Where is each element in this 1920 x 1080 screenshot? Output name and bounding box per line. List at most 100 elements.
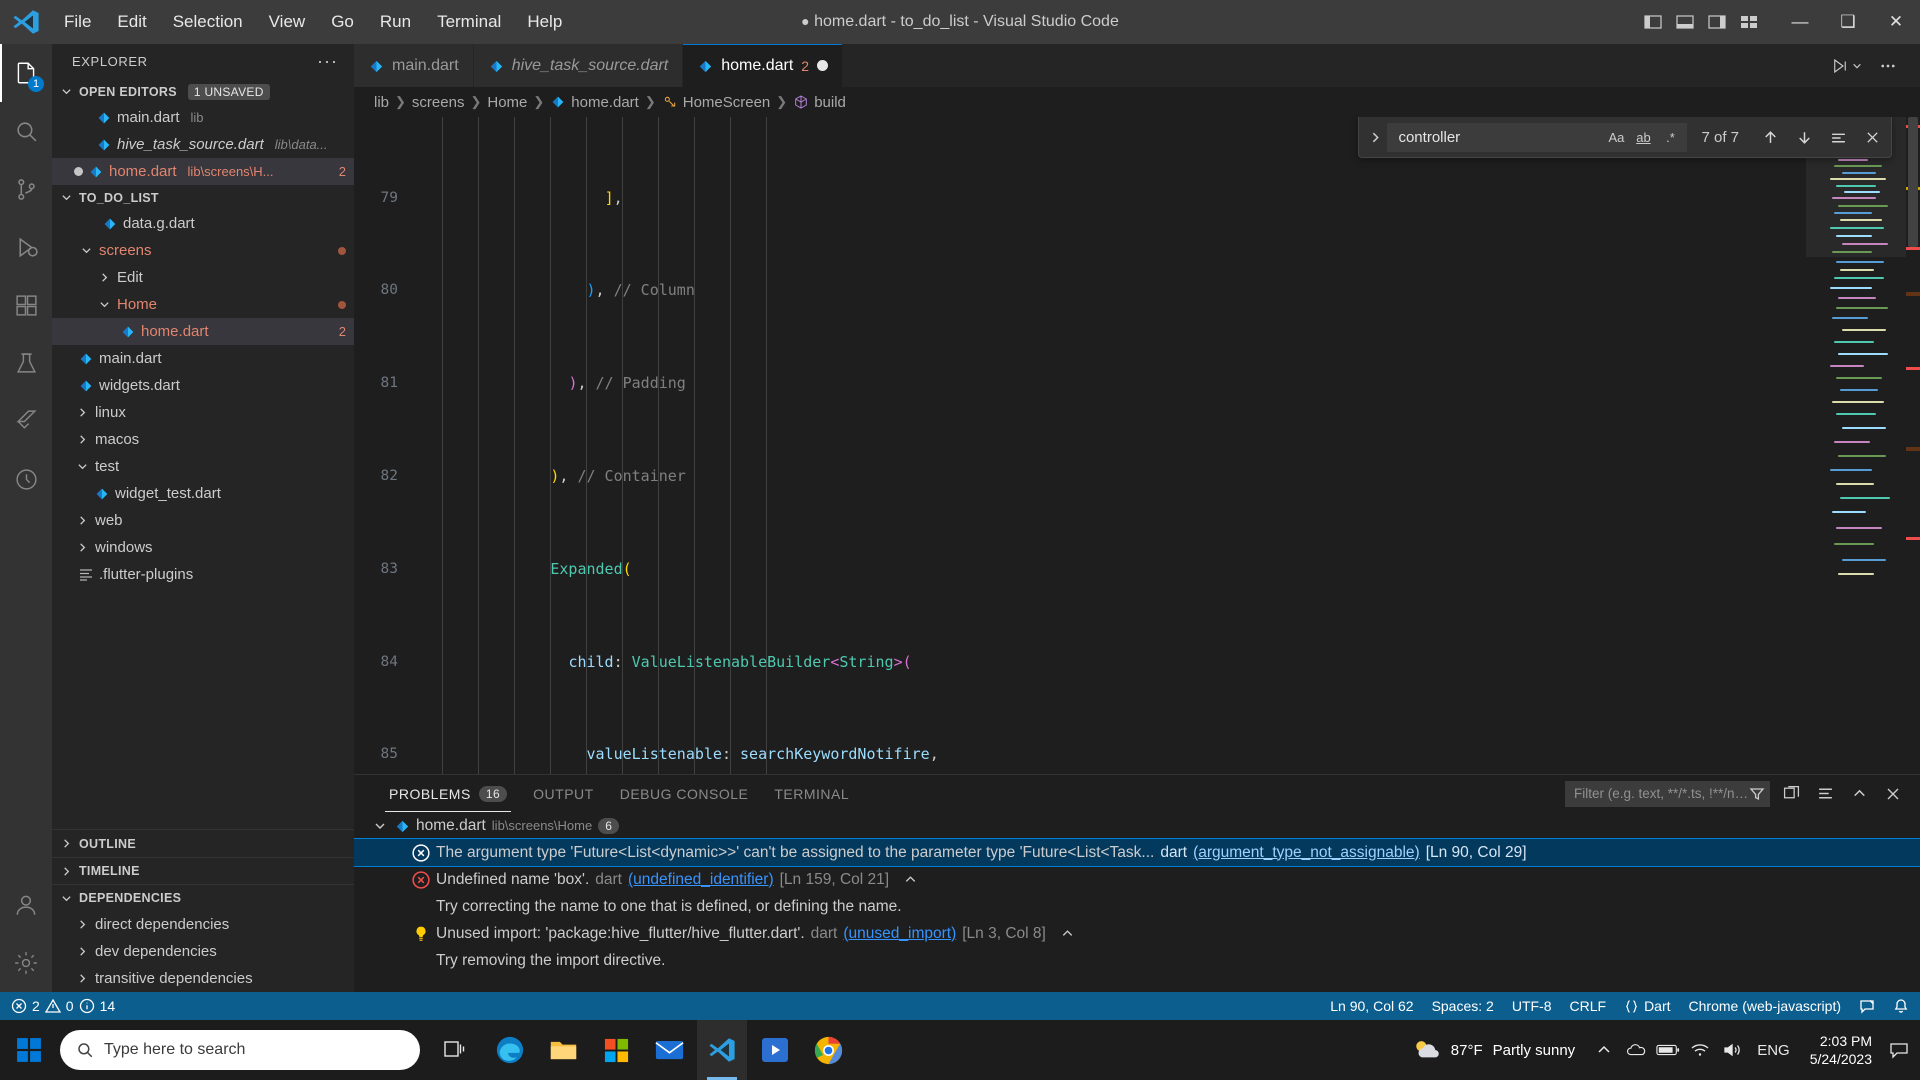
breadcrumb-homescreen[interactable]: HomeScreen [662, 94, 770, 111]
activity-search[interactable] [0, 102, 52, 160]
wifi-icon[interactable] [1685, 1020, 1715, 1080]
activity-testing[interactable] [0, 334, 52, 392]
menu-help[interactable]: Help [515, 8, 574, 36]
status-language-mode[interactable]: Dart [1615, 992, 1679, 1020]
taskview-icon[interactable] [432, 1020, 482, 1080]
menu-run[interactable]: Run [368, 8, 423, 36]
status-cursor-position[interactable]: Ln 90, Col 62 [1321, 992, 1422, 1020]
battery-icon[interactable] [1653, 1020, 1683, 1080]
activity-extensions[interactable] [0, 276, 52, 334]
tree-item-widget-test-dart[interactable]: widget_test.dart [52, 480, 354, 507]
panel-tab-debug-console[interactable]: DEBUG CONSOLE [607, 775, 762, 812]
status-remote-icon[interactable]: 2 0 14 [2, 992, 124, 1020]
status-feedback-icon[interactable] [1850, 992, 1884, 1020]
tab-dirty-dot-icon[interactable] [817, 60, 829, 71]
find-input[interactable] [1398, 128, 1605, 146]
breadcrumb-lib[interactable]: lib [374, 94, 389, 111]
run-debug-icon[interactable] [1824, 53, 1868, 79]
minimize-button[interactable]: — [1776, 0, 1824, 44]
find-input-wrapper[interactable]: Aa ab .* [1387, 122, 1688, 152]
find-next-icon[interactable] [1791, 124, 1817, 150]
problem-row-argument-type[interactable]: The argument type 'Future<List<dynamic>>… [354, 838, 1920, 867]
tree-item-screens[interactable]: screens [52, 237, 354, 264]
tree-item-edit[interactable]: Edit [52, 264, 354, 291]
match-case-toggle[interactable]: Aa [1604, 126, 1628, 148]
chrome-icon[interactable] [803, 1020, 853, 1080]
media-player-icon[interactable] [750, 1020, 800, 1080]
toggle-panel-icon[interactable] [1672, 9, 1698, 35]
tree-item-test[interactable]: test [52, 453, 354, 480]
breadcrumb-build[interactable]: build [793, 94, 846, 111]
tab-home-dart[interactable]: home.dart 2 [683, 44, 844, 87]
panel-tab-output[interactable]: OUTPUT [520, 775, 607, 812]
dependency-dev[interactable]: dev dependencies [52, 938, 354, 965]
tree-item-flutter-plugins[interactable]: .flutter-plugins [52, 561, 354, 588]
open-editor-hive-task-source-dart[interactable]: hive_task_source.dart lib\data... [52, 131, 354, 158]
tab-main-dart[interactable]: main.dart [354, 44, 474, 87]
start-button[interactable] [0, 1020, 58, 1080]
volume-icon[interactable] [1717, 1020, 1747, 1080]
tree-item-home-dart[interactable]: home.dart 2 [52, 318, 354, 345]
problem-rule-link[interactable]: (undefined_identifier) [628, 871, 774, 889]
weather-widget[interactable]: 87°F Partly sunny [1399, 1037, 1587, 1063]
open-editor-main-dart[interactable]: main.dart lib [52, 104, 354, 131]
show-hidden-icons[interactable] [1589, 1020, 1619, 1080]
whole-word-toggle[interactable]: ab [1631, 126, 1655, 148]
section-dependencies[interactable]: DEPENDENCIES [52, 884, 354, 911]
open-editor-home-dart[interactable]: home.dart lib\screens\H... 2 [52, 158, 354, 185]
activity-accounts[interactable] [0, 876, 52, 934]
section-project[interactable]: TO_DO_LIST [52, 185, 354, 210]
problems-filter-wrapper[interactable]: Filter (e.g. text, **/*.ts, !**/node_mod… [1565, 780, 1770, 807]
find-widget[interactable]: Aa ab .* 7 of 7 [1358, 117, 1892, 158]
more-editor-actions-icon[interactable] [1872, 53, 1904, 79]
editor-scrollbar[interactable] [1906, 117, 1920, 774]
problems-list[interactable]: home.dart lib\screens\Home 6 The argumen… [354, 812, 1920, 992]
problems-filter-input[interactable]: Filter (e.g. text, **/*.ts, !**/node_mod… [1574, 786, 1749, 801]
menu-go[interactable]: Go [319, 8, 366, 36]
close-find-icon[interactable] [1859, 124, 1885, 150]
customize-layout-icon[interactable] [1736, 9, 1762, 35]
problem-row-undefined-name[interactable]: Undefined name 'box'. dart (undefined_ide… [354, 866, 1920, 893]
breadcrumb-screens[interactable]: screens [412, 94, 465, 111]
section-outline[interactable]: OUTLINE [52, 830, 354, 857]
maximize-button[interactable]: ❑ [1824, 0, 1872, 44]
use-regex-toggle[interactable]: .* [1658, 126, 1682, 148]
problem-row-unused-import[interactable]: Unused import: 'package:hive_flutter/hiv… [354, 920, 1920, 947]
menu-edit[interactable]: Edit [105, 8, 158, 36]
breadcrumb-home-dart[interactable]: home.dart [550, 94, 639, 111]
breadcrumb-home[interactable]: Home [487, 94, 527, 111]
panel-tab-terminal[interactable]: TERMINAL [761, 775, 862, 812]
tree-item-widgets-dart[interactable]: widgets.dart [52, 372, 354, 399]
status-notifications-bell-icon[interactable] [1884, 992, 1918, 1020]
clear-panel-icon[interactable] [1812, 781, 1838, 807]
file-explorer-icon[interactable] [538, 1020, 588, 1080]
activity-explorer[interactable]: 1 [0, 44, 52, 102]
onedrive-icon[interactable] [1621, 1020, 1651, 1080]
split-panel-icon[interactable] [1778, 781, 1804, 807]
tree-item-web[interactable]: web [52, 507, 354, 534]
edge-icon[interactable] [485, 1020, 535, 1080]
filter-icon[interactable] [1749, 786, 1765, 802]
taskbar-search-box[interactable]: Type here to search [60, 1030, 420, 1070]
maximize-panel-icon[interactable] [1846, 781, 1872, 807]
tree-item-data-g-dart[interactable]: data.g.dart [52, 210, 354, 237]
activity-source-control[interactable] [0, 160, 52, 218]
tree-item-linux[interactable]: linux [52, 399, 354, 426]
code-lines[interactable]: 79 ], 80 ), // Column 81 ), // Padding 8… [354, 117, 1806, 774]
close-button[interactable]: ✕ [1872, 0, 1920, 44]
dependency-direct[interactable]: direct dependencies [52, 911, 354, 938]
menu-file[interactable]: File [52, 8, 103, 36]
tree-item-main-dart[interactable]: main.dart [52, 345, 354, 372]
status-indentation[interactable]: Spaces: 2 [1423, 992, 1503, 1020]
menu-terminal[interactable]: Terminal [425, 8, 513, 36]
tree-item-home[interactable]: Home [52, 291, 354, 318]
problems-file-group[interactable]: home.dart lib\screens\Home 6 [354, 812, 1920, 839]
mail-icon[interactable] [644, 1020, 694, 1080]
toggle-replace-icon[interactable] [1363, 131, 1387, 144]
collapse-problem-icon[interactable] [1052, 926, 1075, 941]
taskbar-clock[interactable]: 2:03 PM 5/24/2023 [1800, 1032, 1882, 1068]
minimap[interactable] [1806, 117, 1906, 774]
section-timeline[interactable]: TIMELINE [52, 857, 354, 884]
menu-view[interactable]: View [257, 8, 318, 36]
activity-dart-devtools[interactable] [0, 450, 52, 508]
